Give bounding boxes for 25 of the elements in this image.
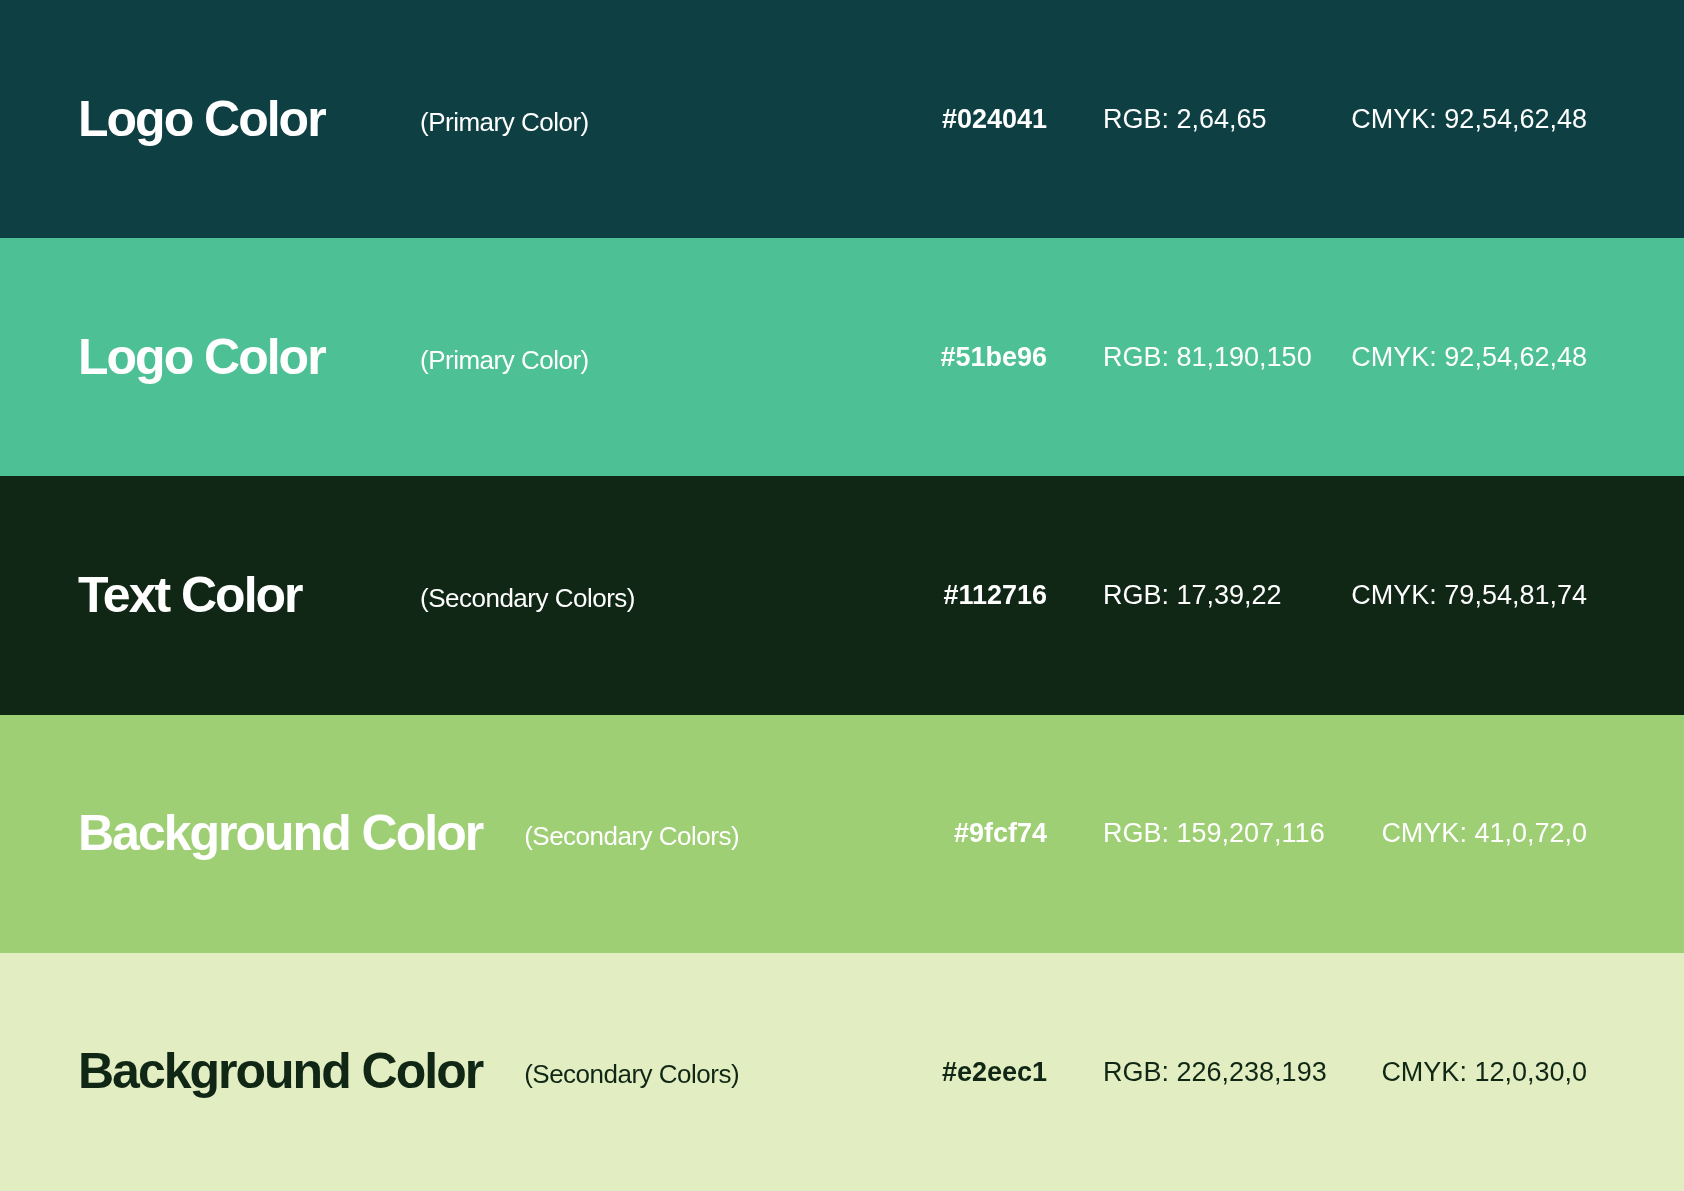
color-category: (Secondary Colors) [524,1058,740,1092]
cmyk-value: CMYK: 79,54,81,74 [1350,579,1587,613]
color-name: Logo Color [78,89,327,149]
cmyk-value: CMYK: 92,54,62,48 [1350,102,1587,136]
color-category: (Primary Color) [420,105,589,139]
cmyk-value: CMYK: 41,0,72,0 [1380,817,1587,851]
hex-code: #112716 [943,579,1047,613]
hex-code: #9fcf74 [953,817,1047,851]
hex-code: #024041 [941,102,1047,136]
color-name: Background Color [78,804,483,864]
color-name: Background Color [78,1042,483,1102]
color-category: (Primary Color) [420,343,589,377]
rgb-value: RGB: 17,39,22 [1102,579,1283,613]
rgb-value: RGB: 159,207,116 [1102,817,1326,851]
hex-code: #e2eec1 [941,1055,1047,1089]
rgb-value: RGB: 226,238,193 [1102,1055,1328,1089]
cmyk-value: CMYK: 92,54,62,48 [1350,341,1587,375]
cmyk-value: CMYK: 12,0,30,0 [1380,1055,1587,1089]
color-category: (Secondary Colors) [524,820,740,854]
hex-code: #51be96 [940,341,1047,375]
rgb-value: RGB: 81,190,150 [1102,341,1313,375]
color-name: Text Color [78,566,304,625]
rgb-value: RGB: 2,64,65 [1102,102,1268,136]
color-category: (Secondary Colors) [420,582,635,615]
color-name: Logo Color [78,327,327,387]
